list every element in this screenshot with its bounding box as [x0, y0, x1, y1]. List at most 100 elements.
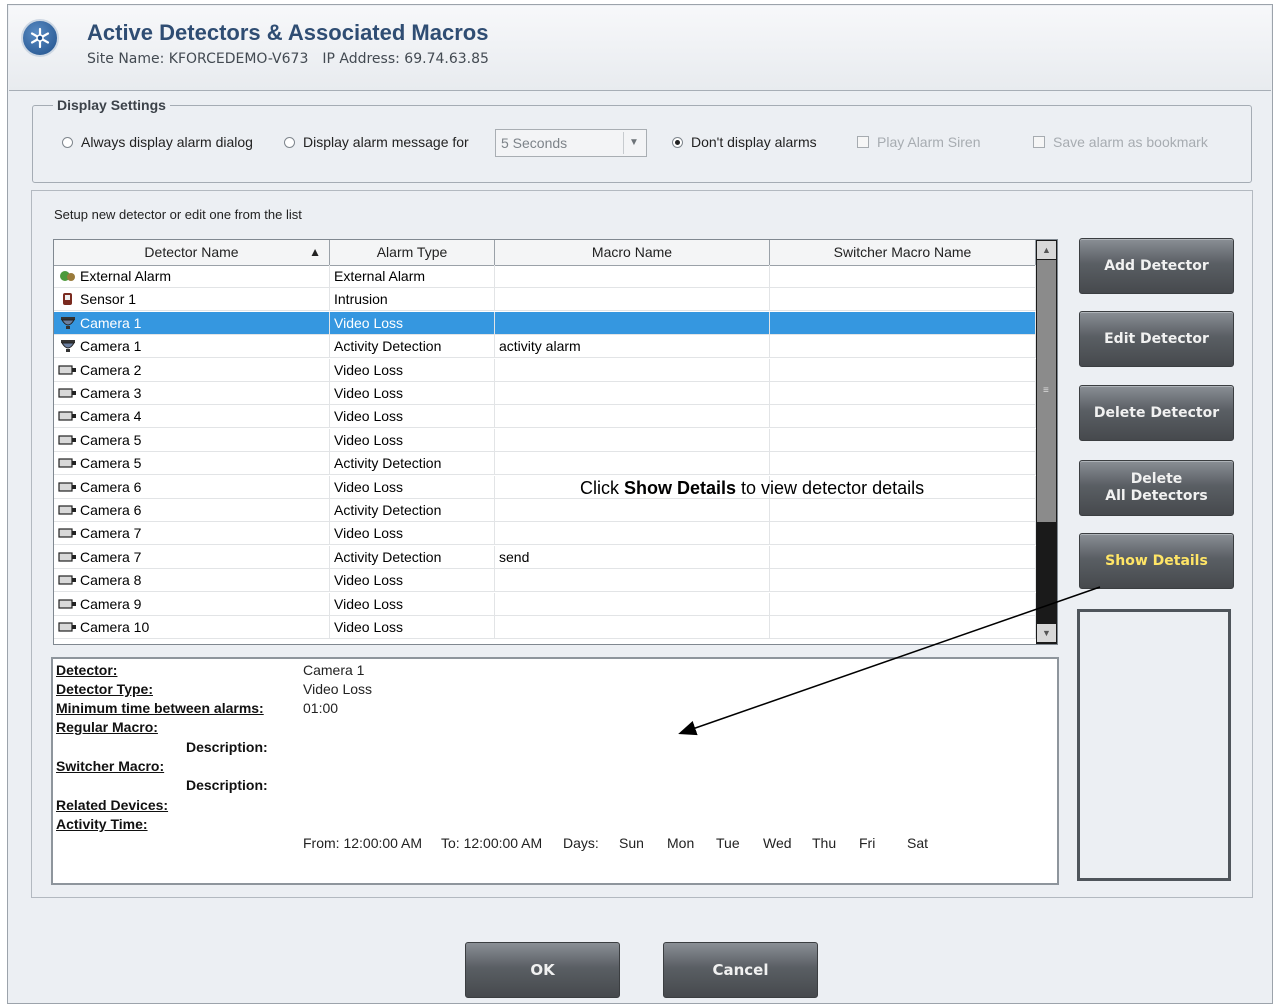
table-row[interactable]: Camera 1 Video Loss: [54, 311, 1036, 335]
app-logo-icon: [21, 19, 59, 57]
table-cell-alarm-type: Activity Detection: [330, 545, 495, 569]
delete-all-detectors-button[interactable]: Delete All Detectors: [1079, 460, 1234, 516]
table-row[interactable]: Camera 6 Activity Detection: [54, 499, 1036, 522]
table-cell-macro-name: [495, 452, 770, 476]
cell-text: External Alarm: [80, 268, 172, 284]
save-bookmark-option[interactable]: Save alarm as bookmark: [1033, 134, 1208, 150]
display-settings-legend: Display Settings: [57, 97, 166, 113]
table-row[interactable]: Sensor 1 Intrusion: [54, 288, 1036, 312]
table-row[interactable]: Camera 1 Activity Detection activity alarm: [54, 335, 1036, 359]
table-cell-alarm-type: Video Loss: [330, 592, 495, 616]
dome-camera-icon: [58, 314, 78, 329]
table-row[interactable]: External Alarm External Alarm: [54, 265, 1036, 288]
table-cell-switcher-macro-name: [770, 382, 1036, 405]
dont-display-option[interactable]: Don't display alarms: [672, 134, 817, 150]
table-row[interactable]: Camera 4 Video Loss: [54, 405, 1036, 429]
table-cell-alarm-type: Video Loss: [330, 616, 495, 639]
table-cell-detector-name: Camera 4: [54, 405, 330, 429]
cell-text: Camera 7: [80, 525, 142, 542]
scroll-up-icon[interactable]: ▲: [1037, 241, 1056, 259]
display-for-radio[interactable]: [284, 136, 295, 148]
ok-button[interactable]: OK: [465, 942, 620, 998]
table-cell-macro-name: [495, 405, 770, 429]
table-cell-alarm-type: Activity Detection: [330, 335, 495, 359]
table-row[interactable]: Camera 10 Video Loss: [54, 616, 1036, 639]
table-cell-detector-name: Camera 8: [54, 569, 330, 593]
table-cell-macro-name: [495, 522, 770, 546]
site-info: Site Name: KFORCEDEMO-V673 IP Address: 69…: [87, 51, 503, 67]
table-cell-alarm-type: Video Loss: [330, 569, 495, 593]
column-header-alarm-type[interactable]: Alarm Type: [330, 240, 495, 265]
camera-icon: [58, 524, 78, 538]
camera-icon: [58, 431, 78, 445]
table-cell-detector-name: Camera 5: [54, 428, 330, 452]
cell-text: Video Loss: [334, 314, 404, 331]
duration-value: 5 Seconds: [501, 135, 568, 151]
save-bookmark-checkbox[interactable]: [1033, 136, 1045, 148]
chevron-down-icon[interactable]: ▼: [623, 132, 644, 154]
table-row[interactable]: Camera 2 Video Loss: [54, 358, 1036, 382]
table-cell-detector-name: Camera 3: [54, 382, 330, 405]
camera-icon: [58, 407, 78, 421]
cell-text: Camera 2: [80, 361, 142, 378]
delete-detector-button[interactable]: Delete Detector: [1079, 385, 1234, 441]
table-cell-switcher-macro-name: [770, 522, 1036, 546]
detector-label: Detector:: [56, 662, 118, 678]
table-cell-switcher-macro-name: [770, 358, 1036, 382]
dialog-header: Active Detectors & Associated Macros Sit…: [9, 6, 1271, 91]
column-header-switcher-macro-name[interactable]: Switcher Macro Name: [770, 240, 1036, 265]
column-header-macro-name[interactable]: Macro Name: [495, 240, 770, 265]
cell-text: Camera 8: [80, 572, 142, 589]
always-display-option[interactable]: Always display alarm dialog: [62, 134, 253, 150]
cell-text: Camera 7: [80, 548, 142, 565]
table-cell-detector-name: Camera 2: [54, 358, 330, 382]
detectors-table[interactable]: Detector Name ▲ Alarm Type Macro Name Sw…: [53, 239, 1058, 645]
column-header-detector-name[interactable]: Detector Name ▲: [54, 240, 330, 265]
cancel-button[interactable]: Cancel: [663, 942, 818, 998]
display-for-option[interactable]: Display alarm message for: [284, 134, 469, 150]
related-devices-label: Related Devices:: [56, 797, 169, 813]
setup-hint: Setup new detector or edit one from the …: [54, 207, 302, 222]
table-cell-alarm-type: Activity Detection: [330, 452, 495, 476]
table-row[interactable]: Camera 7 Video Loss: [54, 522, 1036, 546]
play-siren-checkbox[interactable]: [857, 136, 869, 148]
grip-icon: ≡: [1043, 385, 1049, 396]
day-sat: Sat: [907, 835, 929, 851]
cell-text: Activity Detection: [334, 455, 442, 472]
table-row[interactable]: Camera 9 Video Loss: [54, 592, 1036, 616]
duration-select[interactable]: 5 Seconds ▼: [495, 129, 647, 157]
cell-text: Video Loss: [334, 619, 404, 635]
table-row[interactable]: Camera 5 Video Loss: [54, 428, 1036, 452]
table-cell-macro-name: [495, 616, 770, 639]
dont-display-radio[interactable]: [672, 136, 683, 148]
cell-text: Camera 10: [80, 619, 150, 635]
add-detector-button[interactable]: Add Detector: [1079, 238, 1234, 294]
camera-icon: [58, 548, 78, 562]
table-cell-macro-name: [495, 358, 770, 382]
day-wed: Wed: [763, 835, 792, 851]
save-bookmark-label: Save alarm as bookmark: [1053, 134, 1208, 150]
table-cell-alarm-type: Intrusion: [330, 288, 495, 312]
scrollbar-thumb[interactable]: ≡: [1037, 260, 1056, 522]
table-cell-alarm-type: Video Loss: [330, 311, 495, 335]
table-row[interactable]: Camera 8 Video Loss: [54, 569, 1036, 593]
cell-text: send: [499, 548, 530, 565]
table-cell-macro-name: [495, 382, 770, 405]
table-scrollbar[interactable]: ▲ ≡ ▼: [1036, 240, 1057, 644]
table-cell-detector-name: Camera 7: [54, 522, 330, 546]
cell-text: Video Loss: [334, 572, 404, 589]
scroll-down-icon[interactable]: ▼: [1037, 624, 1056, 642]
always-display-radio[interactable]: [62, 136, 73, 148]
table-cell-macro-name: [495, 265, 770, 288]
cell-text: Activity Detection: [334, 338, 442, 355]
show-details-button[interactable]: Show Details: [1079, 533, 1234, 589]
table-row[interactable]: Camera 5 Activity Detection: [54, 452, 1036, 476]
table-cell-macro-name: [495, 592, 770, 616]
table-row[interactable]: Camera 7 Activity Detection send: [54, 545, 1036, 569]
switcher-macro-description-label: Description:: [186, 777, 268, 793]
table-cell-alarm-type: External Alarm: [330, 265, 495, 288]
camera-icon: [58, 501, 78, 515]
play-siren-option[interactable]: Play Alarm Siren: [857, 134, 980, 150]
edit-detector-button[interactable]: Edit Detector: [1079, 311, 1234, 367]
table-row[interactable]: Camera 3 Video Loss: [54, 382, 1036, 405]
